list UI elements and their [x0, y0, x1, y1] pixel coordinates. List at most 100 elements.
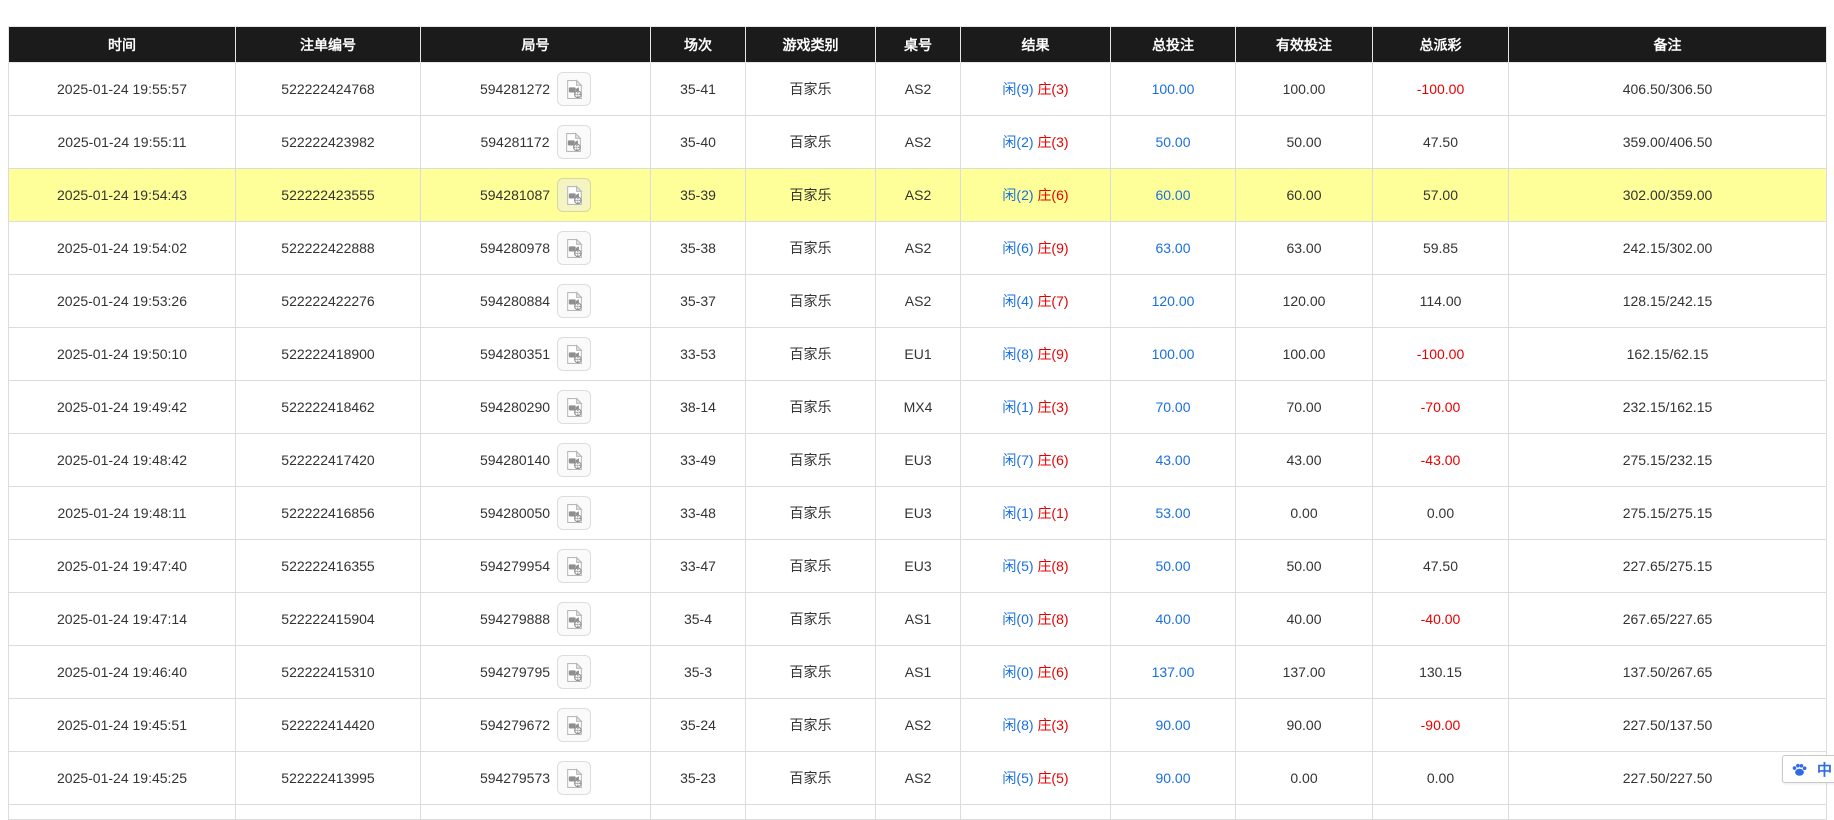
total-bet-link[interactable]: 50.00 [1155, 558, 1190, 574]
translate-chinese-label[interactable]: 中 [1817, 759, 1832, 780]
video-replay-button[interactable] [557, 549, 591, 583]
round-number: 594280290 [480, 399, 550, 415]
video-replay-icon [564, 662, 585, 683]
cell-valid_bet: 100.00 [1236, 63, 1373, 116]
table-row: 2025-01-24 19:54:02522222422888594280978… [9, 222, 1827, 275]
cell-total_bet: 70.00 [1111, 381, 1236, 434]
cell-total_bet: 120.00 [1111, 275, 1236, 328]
cell-game: 百家乐 [746, 487, 876, 540]
total-bet-link[interactable]: 137.00 [1152, 664, 1195, 680]
cell-remark: 406.50/306.50 [1509, 63, 1827, 116]
cell-valid_bet: 50.00 [1236, 540, 1373, 593]
payout-value: 57.00 [1423, 187, 1458, 203]
video-replay-button[interactable] [557, 231, 591, 265]
cell-total_bet: 50.00 [1111, 540, 1236, 593]
cell-table_no: EU3 [876, 540, 961, 593]
cell-round: 594280050 [421, 487, 651, 540]
cell-remark: 137.50/267.65 [1509, 646, 1827, 699]
cell-session: 35-4 [651, 593, 746, 646]
payout-value: -70.00 [1421, 399, 1461, 415]
video-replay-button[interactable] [557, 125, 591, 159]
cell-time: 2025-01-24 19:45:25 [9, 752, 236, 805]
cell-bet_id: 522222418900 [236, 328, 421, 381]
column-header-valid_bet: 有效投注 [1236, 27, 1373, 63]
video-replay-button[interactable] [557, 761, 591, 795]
table-body: 2025-01-24 19:55:57522222424768594281272… [9, 63, 1827, 820]
video-replay-button[interactable] [557, 443, 591, 477]
video-replay-button[interactable] [557, 602, 591, 636]
total-bet-link[interactable]: 63.00 [1155, 240, 1190, 256]
total-bet-link[interactable]: 100.00 [1152, 346, 1195, 362]
result-player: 闲(5) [1002, 770, 1033, 786]
column-header-total_bet: 总投注 [1111, 27, 1236, 63]
total-bet-link[interactable]: 60.00 [1155, 187, 1190, 203]
cell-table_no: EU3 [876, 434, 961, 487]
cell-session: 35-3 [651, 646, 746, 699]
cell-total_bet: 50.00 [1111, 116, 1236, 169]
cell-game: 百家乐 [746, 328, 876, 381]
total-bet-link[interactable]: 90.00 [1155, 717, 1190, 733]
paw-icon [1791, 761, 1808, 778]
cell-table_no: EU3 [876, 487, 961, 540]
translate-widget[interactable]: 中 [1782, 755, 1834, 783]
cell-total_bet: 53.00 [1111, 487, 1236, 540]
total-bet-link[interactable]: 120.00 [1152, 293, 1195, 309]
round-number: 594280884 [480, 293, 550, 309]
payout-value: 47.50 [1423, 134, 1458, 150]
column-header-time: 时间 [9, 27, 236, 63]
cell-result: 闲(9) 庄(3) [961, 63, 1111, 116]
total-bet-link[interactable]: 70.00 [1155, 399, 1190, 415]
video-replay-button[interactable] [557, 72, 591, 106]
result-player: 闲(1) [1002, 505, 1033, 521]
cell-round: 594279888 [421, 593, 651, 646]
cell-total_bet: 137.00 [1111, 646, 1236, 699]
cell-table_no: MX4 [876, 381, 961, 434]
video-replay-button[interactable] [557, 337, 591, 371]
table-row: 2025-01-24 19:55:57522222424768594281272… [9, 63, 1827, 116]
column-header-bet_id: 注单编号 [236, 27, 421, 63]
cell-result: 闲(8) 庄(9) [961, 328, 1111, 381]
video-replay-button[interactable] [557, 708, 591, 742]
result-player: 闲(5) [1002, 558, 1033, 574]
cell-session: 33-48 [651, 487, 746, 540]
column-header-result: 结果 [961, 27, 1111, 63]
video-replay-icon [564, 397, 585, 418]
table-row: 2025-01-24 19:45:51522222414420594279672… [9, 699, 1827, 752]
cell-payout: 114.00 [1373, 275, 1509, 328]
total-bet-link[interactable]: 90.00 [1155, 770, 1190, 786]
video-replay-button[interactable] [557, 178, 591, 212]
cell-result: 闲(2) 庄(6) [961, 169, 1111, 222]
round-number: 594280351 [480, 346, 550, 362]
cell-result: 闲(8) 庄(3) [961, 699, 1111, 752]
table-row: 2025-01-24 19:54:43522222423555594281087… [9, 169, 1827, 222]
cell-bet_id: 522222414420 [236, 699, 421, 752]
video-replay-button[interactable] [557, 496, 591, 530]
result-player: 闲(6) [1002, 240, 1033, 256]
total-bet-link[interactable]: 40.00 [1155, 611, 1190, 627]
cell-valid_bet: 40.00 [1236, 593, 1373, 646]
cell-time: 2025-01-24 19:49:42 [9, 381, 236, 434]
result-banker: 庄(3) [1037, 399, 1068, 415]
total-bet-link[interactable]: 43.00 [1155, 452, 1190, 468]
video-replay-icon [564, 185, 585, 206]
cell-payout: 130.15 [1373, 646, 1509, 699]
result-player: 闲(1) [1002, 399, 1033, 415]
video-replay-button[interactable] [557, 390, 591, 424]
total-bet-link[interactable]: 50.00 [1155, 134, 1190, 150]
cell-result: 闲(1) 庄(1) [961, 487, 1111, 540]
payout-value: -90.00 [1421, 717, 1461, 733]
cell-bet_id: 522222415904 [236, 593, 421, 646]
cell-remark: 227.50/227.50 [1509, 752, 1827, 805]
cell-round: 594280978 [421, 222, 651, 275]
total-bet-link[interactable]: 100.00 [1152, 81, 1195, 97]
table-row: 2025-01-24 19:47:14522222415904594279888… [9, 593, 1827, 646]
video-replay-button[interactable] [557, 655, 591, 689]
result-banker: 庄(8) [1037, 558, 1068, 574]
cell-time: 2025-01-24 19:48:42 [9, 434, 236, 487]
payout-value: -40.00 [1421, 611, 1461, 627]
cell-time: 2025-01-24 19:47:14 [9, 593, 236, 646]
video-replay-button[interactable] [557, 284, 591, 318]
cell-result: 闲(0) 庄(6) [961, 646, 1111, 699]
total-bet-link[interactable]: 53.00 [1155, 505, 1190, 521]
cell-valid_bet: 120.00 [1236, 275, 1373, 328]
